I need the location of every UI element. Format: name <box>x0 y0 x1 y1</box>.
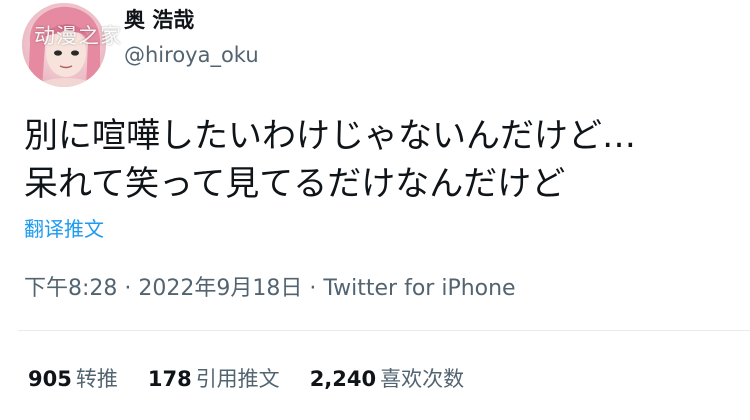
watermark-text: 动漫之家 <box>34 24 122 48</box>
quotes-stat[interactable]: 178 引用推文 <box>148 363 280 393</box>
display-name[interactable]: 奥 浩哉 <box>124 4 194 34</box>
retweets-stat[interactable]: 905 转推 <box>28 363 118 393</box>
retweets-count: 905 <box>28 367 72 391</box>
user-handle[interactable]: @hiroya_oku <box>124 43 259 67</box>
tweet-text-line-2: 呆れて笑って見てるだけなんだけど <box>24 164 566 204</box>
meta-separator-2: · <box>302 276 324 301</box>
quotes-label: 引用推文 <box>195 367 280 391</box>
tweet-stats: 905 转推 178 引用推文 2,240 喜欢次数 <box>28 363 464 393</box>
likes-label: 喜欢次数 <box>380 367 465 391</box>
likes-stat[interactable]: 2,240 喜欢次数 <box>310 363 464 393</box>
meta-separator: · <box>117 276 139 301</box>
tweet-time[interactable]: 下午8:28 <box>24 276 117 301</box>
quotes-count: 178 <box>147 367 192 391</box>
divider <box>18 330 750 331</box>
tweet-date[interactable]: 2022年9月18日 <box>138 276 302 301</box>
translate-tweet-link[interactable]: 翻译推文 <box>24 213 104 242</box>
tweet-text-line-1: 別に喧嘩したいわけじゃないんだけど… <box>24 116 636 156</box>
likes-count: 2,240 <box>309 367 377 391</box>
tweet-client[interactable]: Twitter for iPhone <box>323 276 515 301</box>
retweets-label: 转推 <box>75 367 118 391</box>
tweet-meta: 下午8:28 · 2022年9月18日 · Twitter for iPhone <box>24 270 516 302</box>
tweet-text: 別に喧嘩したいわけじゃないんだけど… 呆れて笑って見てるだけなんだけど <box>24 112 734 208</box>
